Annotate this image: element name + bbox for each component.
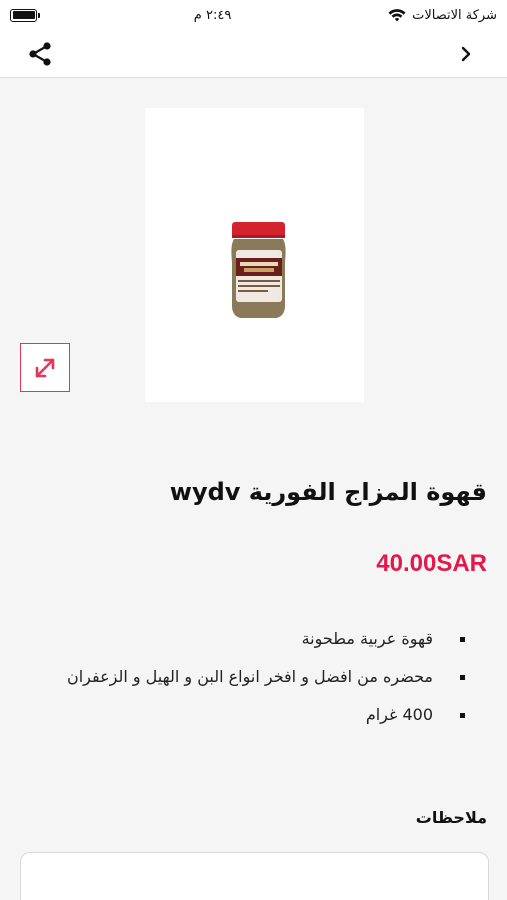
description-item: قهوة عربية مطحونة xyxy=(25,625,465,663)
expand-image-button[interactable] xyxy=(20,343,70,392)
share-icon[interactable] xyxy=(26,40,54,68)
status-right: شركة الاتصالات xyxy=(388,8,497,23)
nav-bar xyxy=(0,30,507,78)
status-time: ٢:٤٩ م xyxy=(193,7,232,23)
notes-input[interactable] xyxy=(20,852,489,900)
carrier-name: شركة الاتصالات xyxy=(412,7,497,23)
product-description: قهوة عربية مطحونة محضره من افضل و افخر ا… xyxy=(25,625,465,739)
notes-label: ملاحظات xyxy=(415,808,487,827)
wifi-icon xyxy=(388,9,406,22)
product-price: 40.00SAR xyxy=(376,550,487,577)
status-bar: ٢:٤٩ م شركة الاتصالات xyxy=(0,0,507,30)
chevron-right-icon[interactable] xyxy=(455,42,477,66)
description-item: 400 غرام xyxy=(25,701,465,739)
expand-icon xyxy=(35,358,55,377)
product-image[interactable] xyxy=(145,108,364,402)
battery-icon xyxy=(10,8,40,22)
product-title: قهوة المزاج الفورية wydv xyxy=(169,478,487,506)
coffee-jar-image xyxy=(231,222,286,318)
description-item: محضره من افضل و افخر انواع البن و الهيل … xyxy=(25,663,465,701)
